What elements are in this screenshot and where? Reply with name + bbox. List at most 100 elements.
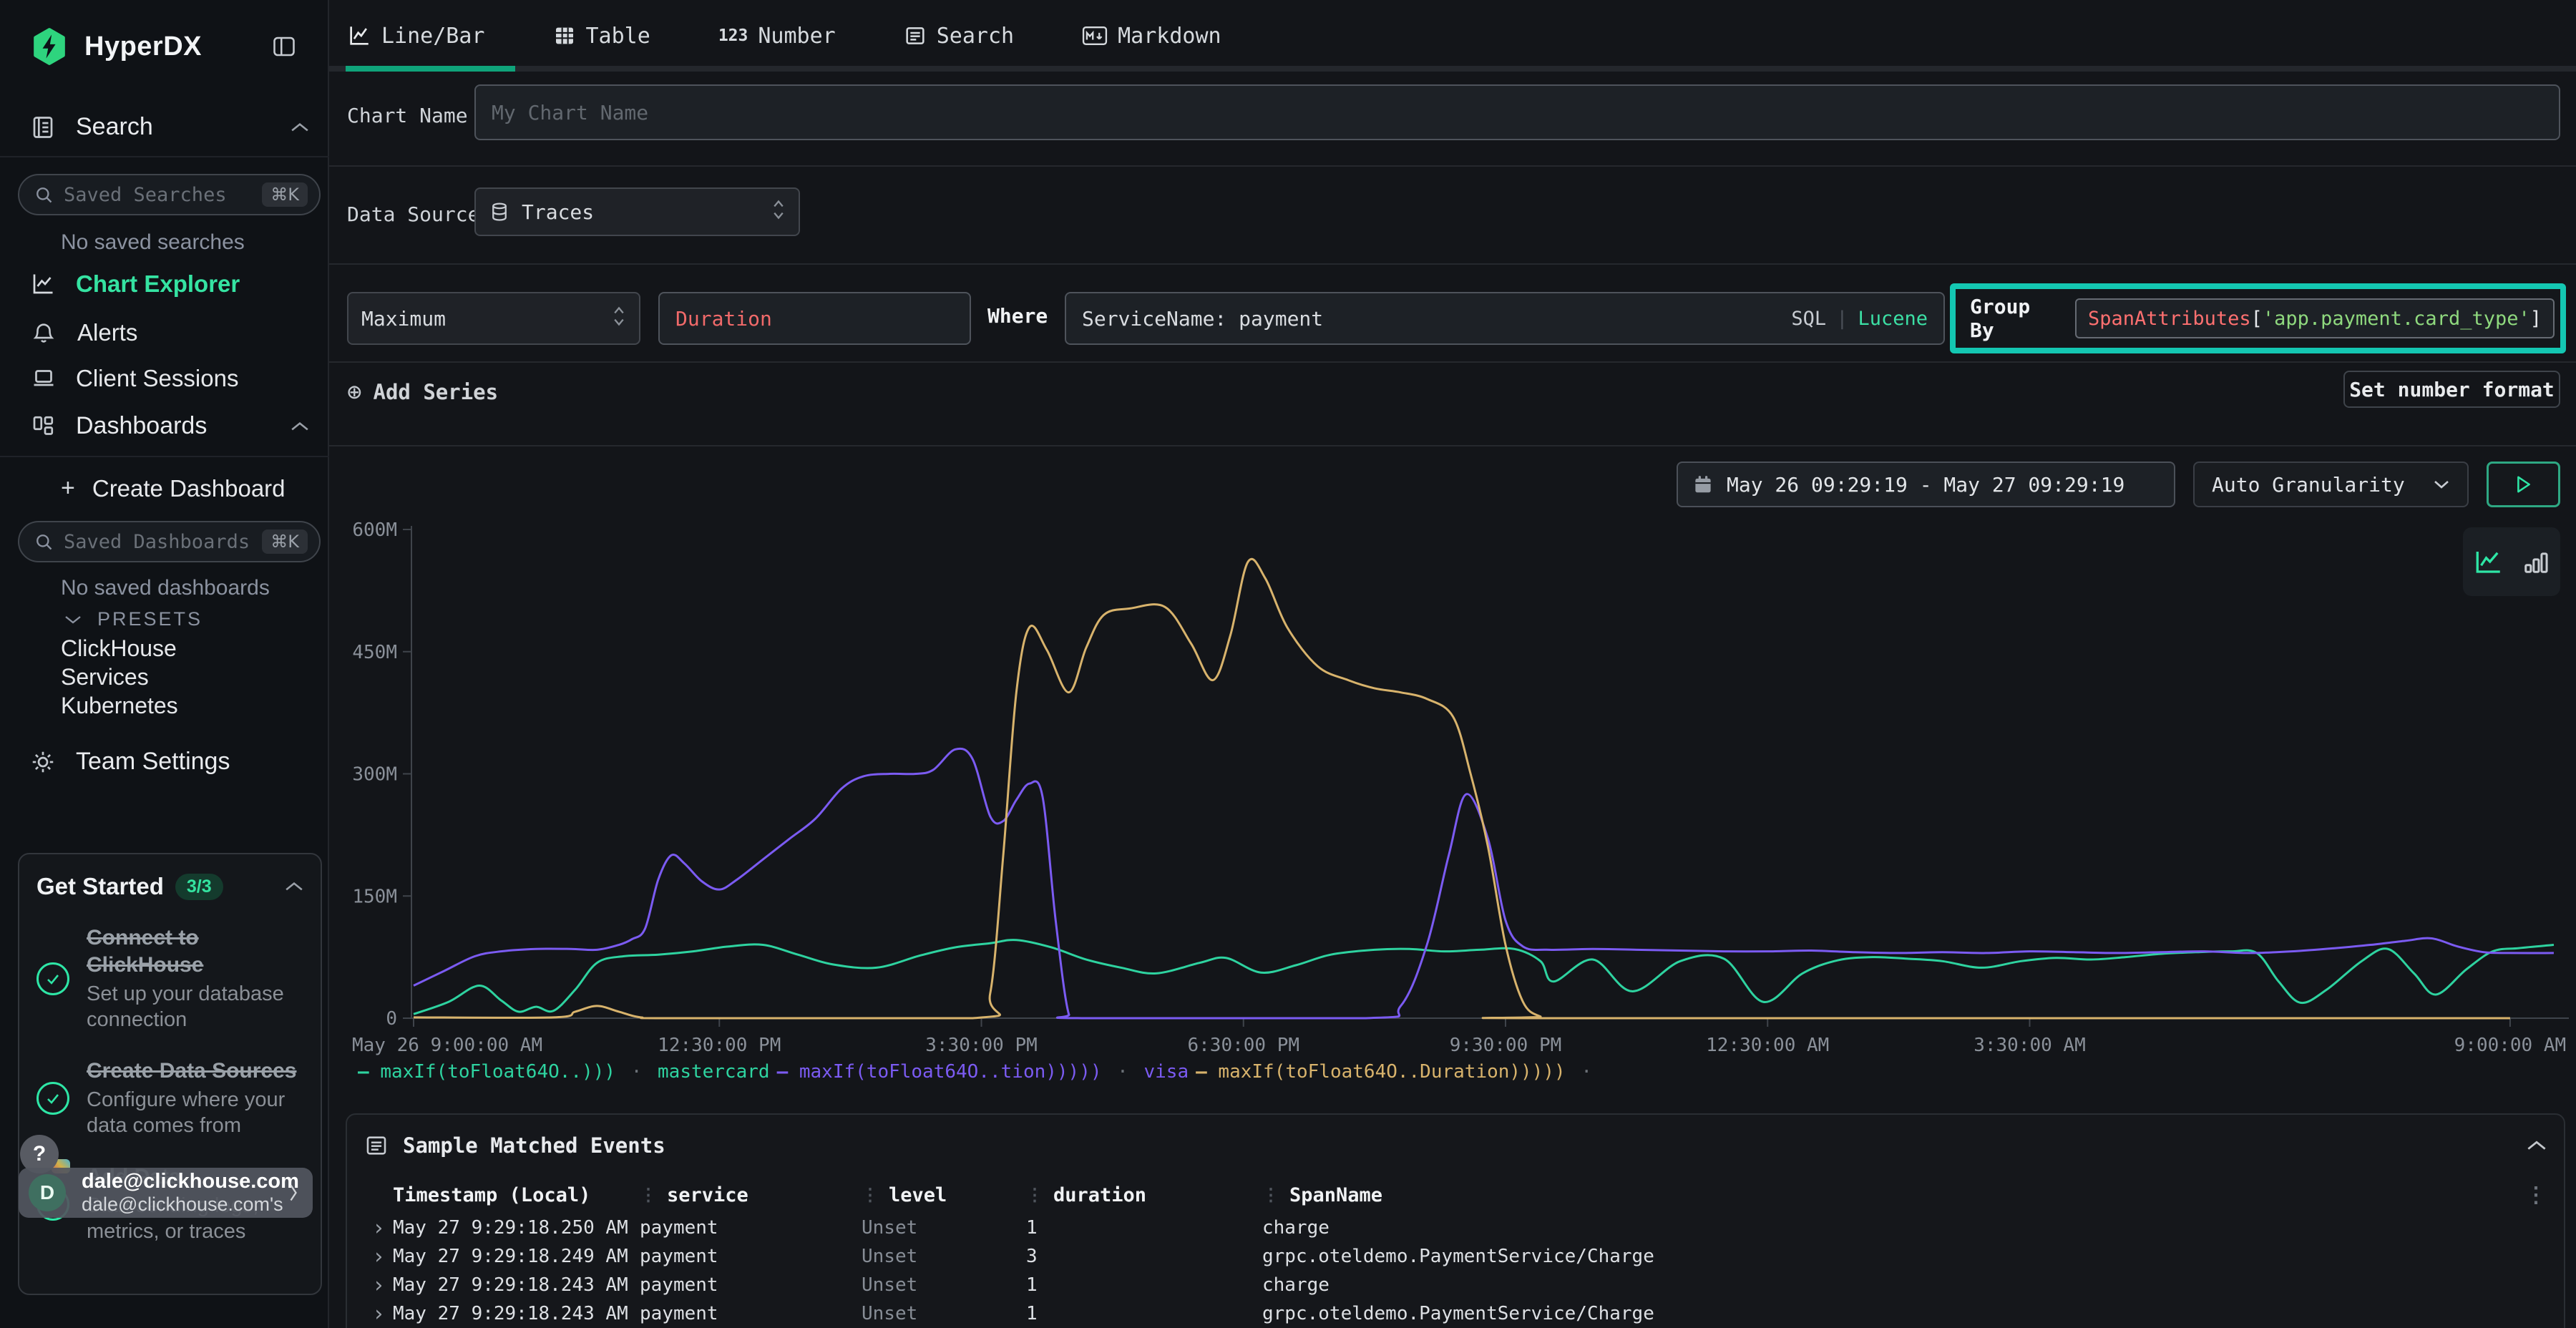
svg-text:3:30:00 AM: 3:30:00 AM — [1974, 1035, 2086, 1056]
chart-name-input[interactable]: My Chart Name — [474, 84, 2560, 140]
line-chart-icon — [347, 24, 371, 48]
divider — [329, 263, 2576, 265]
where-label: Where — [987, 304, 1048, 328]
search-icon — [34, 532, 54, 552]
group-by-highlight-annotation: Group By SpanAttributes['app.payment.car… — [1950, 283, 2566, 353]
saved-searches-input[interactable] — [64, 184, 262, 206]
data-source-select[interactable]: Traces — [474, 187, 800, 236]
divider — [0, 156, 329, 157]
get-started-item-connect[interactable]: Connect to ClickHouse Set up your databa… — [36, 924, 303, 1033]
event-row[interactable]: › May 27 9:29:18.250 AM payment Unset 1 … — [364, 1214, 2547, 1242]
row-expand-icon[interactable]: › — [364, 1216, 393, 1241]
row-expand-icon[interactable]: › — [364, 1244, 393, 1269]
column-handle-icon[interactable]: ⋮ — [1026, 1185, 1043, 1205]
row-expand-icon[interactable]: › — [364, 1302, 393, 1327]
get-started-item-datasources[interactable]: Create Data Sources Configure where your… — [36, 1058, 303, 1139]
divider — [329, 165, 2576, 167]
database-icon — [489, 200, 510, 223]
table-options-icon[interactable]: ⋮ — [2511, 1183, 2547, 1208]
tabbar-track — [329, 66, 2576, 72]
tab-search[interactable]: Search — [904, 24, 1014, 49]
run-query-button[interactable] — [2487, 462, 2560, 507]
markdown-icon — [1082, 25, 1108, 47]
svg-text:12:30:00 PM: 12:30:00 PM — [658, 1035, 781, 1056]
where-input[interactable]: ServiceName: payment SQL | Lucene — [1065, 292, 1945, 345]
add-series-label: Add Series — [373, 380, 498, 404]
dashboards-label: Dashboards — [76, 412, 207, 440]
granularity-select[interactable]: Auto Granularity — [2193, 462, 2469, 507]
svg-text:600M: 600M — [352, 519, 397, 541]
svg-text:May 26 9:00:00 AM: May 26 9:00:00 AM — [352, 1035, 542, 1056]
saved-searches-search[interactable]: ⌘K — [18, 174, 321, 215]
divider — [329, 445, 2576, 446]
chevron-down-icon — [2433, 479, 2450, 490]
get-started-item-title: Create Data Sources — [87, 1058, 301, 1085]
column-handle-icon[interactable]: ⋮ — [862, 1185, 879, 1205]
column-handle-icon[interactable]: ⋮ — [1262, 1185, 1279, 1205]
chevron-up-icon — [291, 122, 309, 132]
sidebar: HyperDX Search ⌘K No saved searches — [0, 0, 329, 1328]
collapse-panel-icon[interactable] — [2527, 1140, 2547, 1151]
event-row[interactable]: › May 27 9:29:18.243 AM payment Unset 1 … — [364, 1271, 2547, 1299]
saved-dashboards-input[interactable] — [64, 531, 262, 553]
sidebar-item-client-sessions[interactable]: Client Sessions — [30, 365, 309, 392]
create-dashboard-button[interactable]: + Create Dashboard — [61, 474, 311, 502]
granularity-value: Auto Granularity — [2212, 473, 2405, 497]
events-panel-title: Sample Matched Events — [403, 1133, 665, 1158]
tab-table[interactable]: Table — [553, 24, 650, 49]
aggregation-select[interactable]: Maximum — [347, 292, 640, 345]
legend-entry[interactable]: — maxIf(toFloat64O..))) · mastercard — [358, 1061, 770, 1083]
select-updown-icon — [612, 306, 626, 332]
sidebar-section-search[interactable]: Search — [30, 113, 309, 141]
date-range-picker[interactable]: May 26 09:29:19 - May 27 09:29:19 — [1677, 462, 2175, 507]
chart-type-tabs: Line/Bar Table 123 Number Search — [329, 0, 2576, 72]
column-handle-icon[interactable]: ⋮ — [640, 1185, 657, 1205]
sidebar-item-alerts[interactable]: Alerts — [31, 319, 311, 346]
svg-text:300M: 300M — [352, 764, 397, 786]
sql-toggle-label[interactable]: SQL — [1791, 308, 1826, 330]
list-box-icon — [364, 1133, 389, 1158]
set-number-format-button[interactable]: Set number format — [2343, 371, 2560, 408]
data-source-value: Traces — [522, 200, 594, 224]
svg-text:450M: 450M — [352, 642, 397, 663]
col-level[interactable]: ⋮level — [862, 1184, 1026, 1206]
svg-text:6:30:00 PM: 6:30:00 PM — [1187, 1035, 1299, 1056]
sidebar-section-dashboards[interactable]: Dashboards — [30, 412, 309, 440]
svg-text:0: 0 — [386, 1008, 397, 1030]
get-started-header[interactable]: Get Started 3/3 — [36, 873, 303, 900]
tab-number[interactable]: 123 Number — [718, 24, 836, 49]
get-started-progress-badge: 3/3 — [175, 874, 223, 900]
tab-line-bar[interactable]: Line/Bar — [347, 24, 485, 49]
group-by-input[interactable]: SpanAttributes['app.payment.card_type'] — [2075, 298, 2555, 338]
add-series-button[interactable]: ⊕ Add Series — [347, 378, 498, 406]
sidebar-item-chart-explorer[interactable]: Chart Explorer — [30, 270, 309, 298]
plus-circle-icon: ⊕ — [347, 378, 361, 406]
saved-dashboards-search[interactable]: ⌘K — [18, 521, 321, 562]
svg-text:3:30:00 PM: 3:30:00 PM — [925, 1035, 1038, 1056]
sidebar-collapse-icon[interactable] — [269, 34, 299, 59]
get-started-item-desc: Configure where your data comes from — [87, 1087, 301, 1139]
client-sessions-label: Client Sessions — [76, 365, 238, 392]
shortcut-badge: ⌘K — [262, 529, 308, 554]
check-circle-icon — [36, 1082, 69, 1115]
col-spanname[interactable]: ⋮SpanName — [1262, 1184, 2511, 1206]
user-menu[interactable]: D dale@clickhouse.com dale@clickhouse.co… — [19, 1168, 313, 1218]
col-duration[interactable]: ⋮duration — [1026, 1184, 1262, 1206]
presets-toggle[interactable]: PRESETS — [64, 608, 308, 630]
tab-markdown[interactable]: Markdown — [1082, 24, 1221, 49]
sidebar-item-team-settings[interactable]: Team Settings — [30, 748, 309, 776]
legend-entry[interactable]: — maxIf(toFloat64O..tion))))) · visa — [777, 1061, 1189, 1083]
toggle-separator: | — [1836, 308, 1848, 330]
event-row[interactable]: › May 27 9:29:18.243 AM payment Unset 1 … — [364, 1299, 2547, 1328]
query-language-toggle[interactable]: SQL | Lucene — [1791, 308, 1928, 330]
lucene-toggle-label[interactable]: Lucene — [1858, 308, 1928, 330]
event-row[interactable]: › May 27 9:29:18.249 AM payment Unset 3 … — [364, 1242, 2547, 1271]
field-input[interactable]: Duration — [658, 292, 971, 345]
col-service[interactable]: ⋮service — [640, 1184, 862, 1206]
get-started-title: Get Started — [36, 873, 164, 900]
chevron-up-icon[interactable] — [285, 882, 303, 892]
timeseries-chart[interactable]: 0150M300M450M600MMay 26 9:00:00 AM12:30:… — [351, 504, 2576, 1063]
col-timestamp[interactable]: Timestamp (Local) — [393, 1184, 640, 1206]
row-expand-icon[interactable]: › — [364, 1273, 393, 1298]
legend-entry[interactable]: — maxIf(toFloat64O..Duration))))) · — [1196, 1061, 1596, 1083]
